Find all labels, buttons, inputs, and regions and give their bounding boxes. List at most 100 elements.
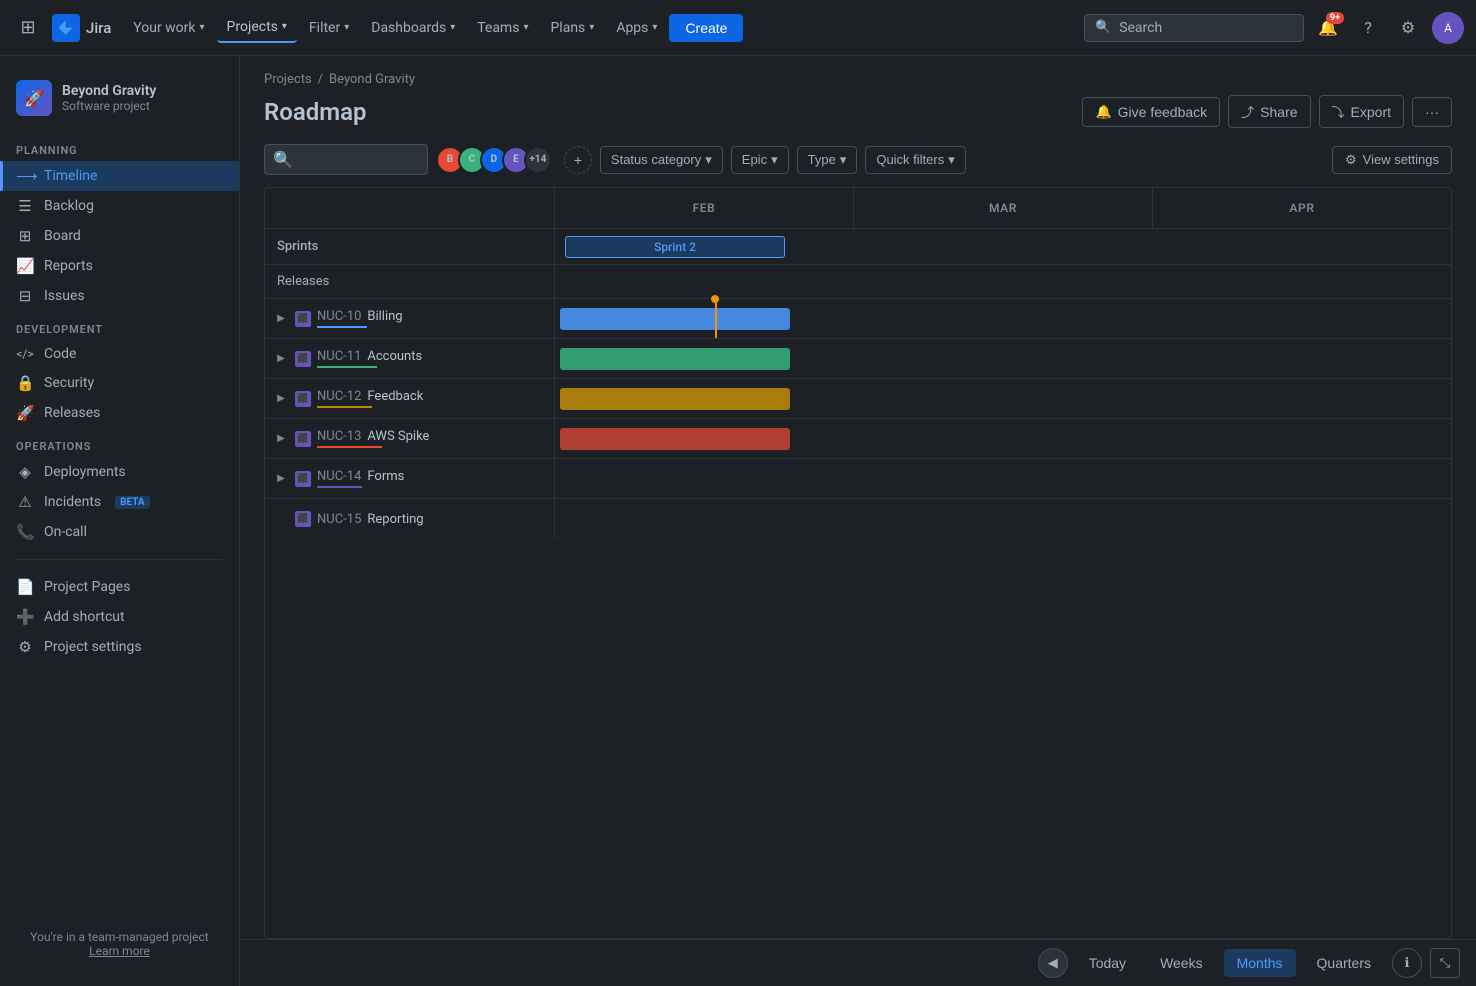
nav-your-work-label: Your work xyxy=(133,20,195,36)
avatar-count[interactable]: +14 xyxy=(524,146,552,174)
gantt-bar-nuc11[interactable] xyxy=(560,348,790,370)
add-person-button[interactable]: + xyxy=(564,146,592,174)
share-button[interactable]: ⤴ Share xyxy=(1228,95,1310,128)
nav-your-work[interactable]: Your work ▾ xyxy=(123,14,214,42)
issue-name-nuc13[interactable]: AWS Spike xyxy=(367,429,429,444)
learn-more-link[interactable]: Learn more xyxy=(16,944,223,958)
view-settings-button[interactable]: ⚙ View settings xyxy=(1332,146,1452,174)
timeline-icon: ⟶ xyxy=(16,167,34,185)
sidebar-item-code-label: Code xyxy=(44,346,76,362)
user-avatar[interactable]: A xyxy=(1432,12,1464,44)
jira-logo[interactable]: Jira xyxy=(52,14,111,42)
month-mar: MAR xyxy=(854,188,1153,228)
bottom-bar: ◀ Today Weeks Months Quarters ℹ ⤡ xyxy=(240,939,1476,986)
issue-name-nuc10[interactable]: Billing xyxy=(367,309,402,324)
nav-plans[interactable]: Plans ▾ xyxy=(540,14,604,42)
prev-button[interactable]: ◀ xyxy=(1038,948,1068,978)
sidebar-item-security[interactable]: 🔒 Security xyxy=(0,368,239,398)
board-icon: ⊞ xyxy=(16,227,34,245)
search-bar[interactable]: 🔍 Search xyxy=(1084,14,1304,42)
oncall-icon: 📞 xyxy=(16,523,34,541)
project-settings-icon: ⚙ xyxy=(16,638,34,656)
give-feedback-button[interactable]: 🔔 Give feedback xyxy=(1082,97,1220,127)
nav-filter[interactable]: Filter ▾ xyxy=(299,14,359,42)
epic-filter[interactable]: Epic ▾ xyxy=(731,146,789,174)
issue-name-nuc11[interactable]: Accounts xyxy=(367,349,422,364)
sidebar-item-backlog[interactable]: ☰ Backlog xyxy=(0,191,239,221)
months-button[interactable]: Months xyxy=(1224,949,1296,977)
weeks-button[interactable]: Weeks xyxy=(1147,949,1216,977)
beta-badge: BETA xyxy=(115,496,149,509)
expand-nuc11[interactable]: ▶ xyxy=(273,351,289,367)
issue-name-nuc12[interactable]: Feedback xyxy=(367,389,423,404)
issue-left-nuc15: ▶ ⬛ NUC-15 Reporting xyxy=(265,499,555,539)
gantt-bar-nuc12[interactable] xyxy=(560,388,790,410)
breadcrumb-projects[interactable]: Projects xyxy=(264,72,312,87)
toolbar-search-input[interactable] xyxy=(299,152,419,168)
issue-id-nuc15: NUC-15 xyxy=(317,512,361,527)
quick-filters-chevron: ▾ xyxy=(948,152,955,168)
export-button[interactable]: ⤵ Export xyxy=(1319,95,1404,128)
sidebar-item-reports[interactable]: 📈 Reports xyxy=(0,251,239,281)
expand-nuc13[interactable]: ▶ xyxy=(273,431,289,447)
type-filter[interactable]: Type ▾ xyxy=(797,146,858,174)
more-actions-button[interactable]: ··· xyxy=(1412,97,1452,127)
sidebar-item-releases[interactable]: 🚀 Releases xyxy=(0,398,239,428)
page-title: Roadmap xyxy=(264,98,366,126)
expand-nuc14[interactable]: ▶ xyxy=(273,471,289,487)
gantt-bar-nuc10[interactable] xyxy=(560,308,790,330)
gantt-bar-nuc13[interactable] xyxy=(560,428,790,450)
sidebar-item-board[interactable]: ⊞ Board xyxy=(0,221,239,251)
reports-icon: 📈 xyxy=(16,257,34,275)
nav-items: Your work ▾ Projects ▾ Filter ▾ Dashboar… xyxy=(123,13,1080,43)
releases-section-row: Releases xyxy=(265,265,1451,299)
nav-dashboards[interactable]: Dashboards ▾ xyxy=(361,14,465,42)
nav-teams[interactable]: Teams ▾ xyxy=(467,14,538,42)
issue-name-nuc15[interactable]: Reporting xyxy=(367,512,423,527)
jira-logo-text: Jira xyxy=(86,19,111,37)
quarters-button[interactable]: Quarters xyxy=(1304,949,1384,977)
page-title-row: Roadmap 🔔 Give feedback ⤴ Share ⤵ Export xyxy=(264,95,1452,128)
sidebar-item-deployments[interactable]: ◈ Deployments xyxy=(0,457,239,487)
info-button[interactable]: ℹ xyxy=(1392,948,1422,978)
status-category-filter[interactable]: Status category ▾ xyxy=(600,146,723,174)
nav-projects[interactable]: Projects ▾ xyxy=(217,13,297,43)
issue-left-nuc13: ▶ ⬛ NUC-13 AWS Spike xyxy=(265,419,555,458)
sidebar-item-incidents[interactable]: ⚠ Incidents BETA xyxy=(0,487,239,517)
issue-type-icon-nuc14: ⬛ xyxy=(295,471,311,487)
create-button[interactable]: Create xyxy=(669,14,743,42)
issue-type-icon-nuc12: ⬛ xyxy=(295,391,311,407)
content-area: Projects / Beyond Gravity Roadmap 🔔 Give… xyxy=(240,56,1476,986)
sidebar-item-issues[interactable]: ⊟ Issues xyxy=(0,281,239,311)
notifications-button[interactable]: 🔔 9+ xyxy=(1312,12,1344,44)
breadcrumb-beyond-gravity[interactable]: Beyond Gravity xyxy=(329,72,415,87)
expand-button[interactable]: ⤡ xyxy=(1430,948,1460,978)
view-settings-icon: ⚙ xyxy=(1345,152,1357,168)
sidebar-item-oncall[interactable]: 📞 On-call xyxy=(0,517,239,547)
sidebar-item-code[interactable]: </> Code xyxy=(0,340,239,368)
issue-right-nuc14 xyxy=(555,459,1451,498)
quick-filters[interactable]: Quick filters ▾ xyxy=(865,146,965,174)
sidebar-item-timeline[interactable]: ⟶ Timeline xyxy=(0,161,239,191)
settings-button[interactable]: ⚙ xyxy=(1392,12,1424,44)
issue-row-nuc14: ▶ ⬛ NUC-14 Forms xyxy=(265,459,1451,499)
nav-dashboards-chevron: ▾ xyxy=(450,22,455,33)
expand-nuc10[interactable]: ▶ xyxy=(273,311,289,327)
help-button[interactable]: ? xyxy=(1352,12,1384,44)
sidebar-item-releases-label: Releases xyxy=(44,405,100,421)
sidebar-item-project-pages[interactable]: 📄 Project Pages xyxy=(0,572,239,602)
today-button[interactable]: Today xyxy=(1076,949,1139,977)
issue-underline-nuc11 xyxy=(317,366,377,368)
issue-row-nuc13: ▶ ⬛ NUC-13 AWS Spike xyxy=(265,419,1451,459)
nav-apps[interactable]: Apps ▾ xyxy=(606,14,667,42)
expand-nuc12[interactable]: ▶ xyxy=(273,391,289,407)
jira-logo-icon xyxy=(52,14,80,42)
sidebar-item-add-shortcut[interactable]: ➕ Add shortcut xyxy=(0,602,239,632)
issue-underline-nuc13 xyxy=(317,446,382,448)
issue-name-nuc14[interactable]: Forms xyxy=(367,469,404,484)
sprint-bar[interactable]: Sprint 2 xyxy=(565,236,785,258)
sidebar-item-project-settings[interactable]: ⚙ Project settings xyxy=(0,632,239,662)
grid-icon[interactable]: ⊞ xyxy=(12,12,44,44)
toolbar-search[interactable]: 🔍 xyxy=(264,144,428,175)
development-section-label: DEVELOPMENT xyxy=(0,311,239,340)
